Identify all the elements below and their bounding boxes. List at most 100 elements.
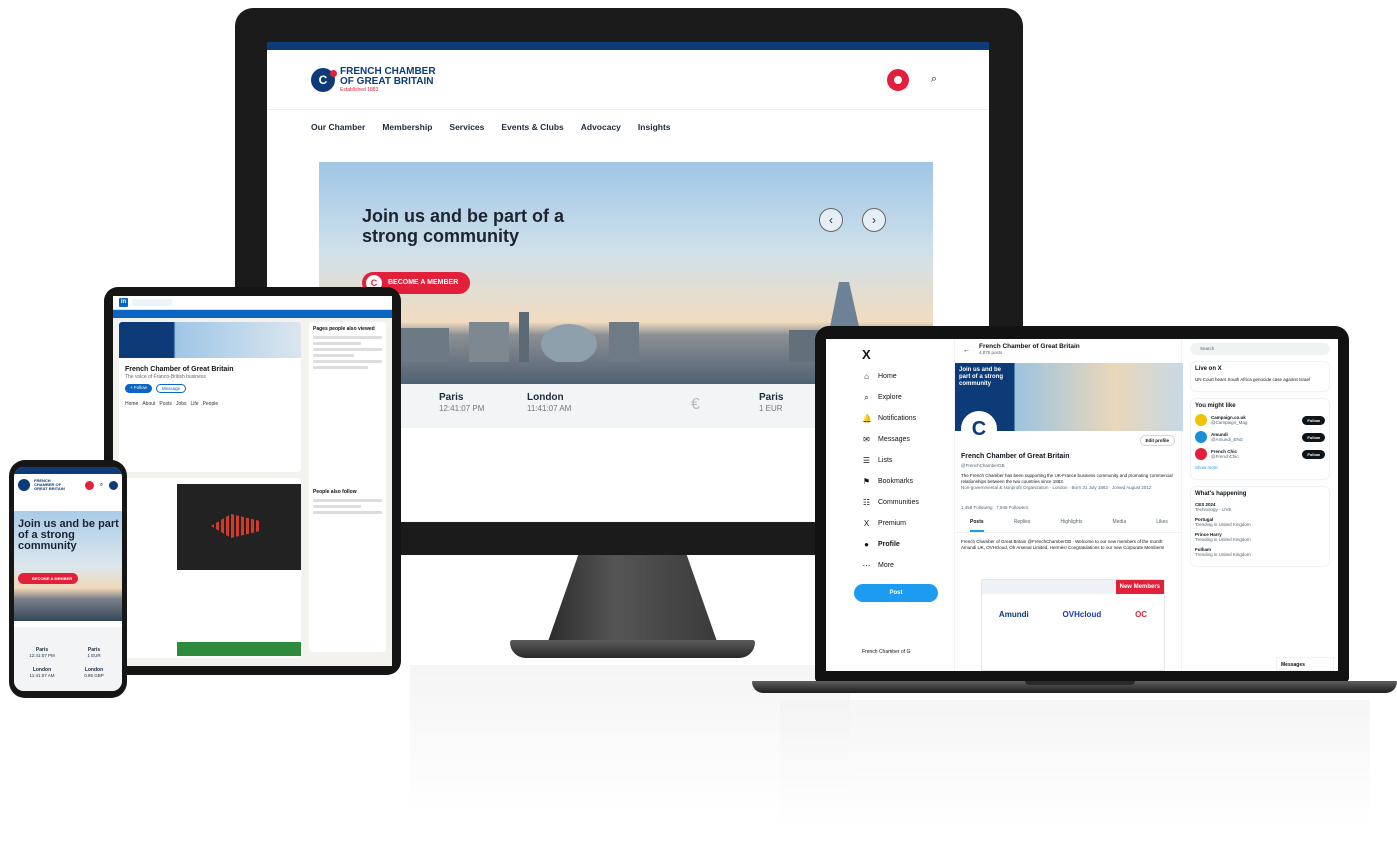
phone-currency-paris: Paris 1 EUR — [87, 647, 101, 658]
x-right-sidebar: Search Live on X UN Court hears South Af… — [1186, 339, 1334, 671]
profile-icon: ● — [864, 540, 869, 549]
nav-services[interactable]: Services — [449, 122, 484, 132]
suggestion-row[interactable]: Campaign.co.uk @Campaign_Mag Follow — [1195, 414, 1325, 426]
nav-our-chamber[interactable]: Our Chamber — [311, 122, 365, 132]
tab-posts[interactable]: Posts — [159, 401, 172, 407]
tab-highlights[interactable]: Highlights — [1061, 519, 1083, 532]
suggestion-row[interactable]: French Chic @FrenchChic Follow — [1195, 448, 1325, 460]
tweet-media-card[interactable]: New Members Amundi OVHcloud OC — [981, 579, 1165, 671]
nav-events-clubs[interactable]: Events & Clubs — [501, 122, 563, 132]
nav-membership[interactable]: Membership — [382, 122, 432, 132]
linkedin-sidebar: Pages people also viewed People also fol… — [309, 322, 386, 652]
post-button[interactable]: Post — [854, 584, 938, 602]
nav-insights[interactable]: Insights — [638, 122, 671, 132]
site-header: C FRENCH CHAMBER OF GREAT BRITAIN Establ… — [267, 50, 989, 110]
follow-button[interactable]: Follow — [1302, 432, 1325, 442]
premium-icon: X — [863, 519, 870, 528]
avatar — [1195, 431, 1207, 443]
logo-sub: Established 1883 — [340, 86, 379, 93]
message-button[interactable]: Message — [155, 384, 187, 393]
tab-media[interactable]: Media — [1113, 519, 1127, 532]
user-account-icon[interactable] — [887, 68, 909, 91]
following-count[interactable]: 1,458 Following — [961, 505, 993, 510]
profile-handle: @FrenchChamberGB — [961, 463, 1005, 468]
profile-name: French Chamber of Great Britain — [961, 453, 1070, 460]
tab-home[interactable]: Home — [125, 401, 138, 407]
phone-become-member-button[interactable]: BECOME A MEMBER — [18, 573, 79, 584]
nav-lists[interactable]: ☰ Lists — [862, 450, 954, 471]
live-item[interactable]: UN Court hears South Africa genocide cas… — [1195, 377, 1325, 382]
messages-drawer[interactable]: Messages — [1276, 657, 1334, 671]
brand-oc: OC — [1135, 609, 1148, 619]
tab-life[interactable]: Life — [191, 401, 199, 407]
phone-hero-title: Join us and be part of a strong communit… — [18, 518, 119, 552]
nav-profile[interactable]: ● Profile — [862, 534, 954, 555]
trend-item[interactable]: Prince Harry Trending in United Kingdom — [1195, 532, 1325, 542]
site-logo[interactable]: C FRENCH CHAMBER OF GREAT BRITAIN Establ… — [311, 66, 436, 93]
pinned-tweet[interactable]: French Chamber of Great Britain @FrenchC… — [961, 539, 1177, 551]
profile-stats: 1,458 Following 7,948 Followers — [961, 505, 1028, 510]
tab-likes[interactable]: Likes — [1156, 519, 1168, 532]
device-mockup-stage: C FRENCH CHAMBER OF GREAT BRITAIN Establ… — [0, 0, 1397, 863]
linkedin-logo-icon[interactable]: in — [119, 298, 128, 307]
follow-button[interactable]: Follow — [1302, 449, 1325, 459]
carousel-next-icon[interactable]: › — [862, 208, 886, 232]
search-icon[interactable]: ⌕ — [923, 69, 945, 91]
edit-profile-button[interactable]: Edit profile — [1139, 435, 1175, 446]
nav-bookmarks[interactable]: ⚑ Bookmarks — [862, 471, 954, 492]
trend-item[interactable]: CES 2024 Technology · LIVE — [1195, 502, 1325, 512]
sidebar-heading-2: People also follow — [313, 489, 357, 495]
phone-clock-london: London 11:41:07 AM — [29, 667, 55, 678]
suggestion-row[interactable]: Amundi @Amundi_ENG Follow — [1195, 431, 1325, 443]
show-more-link[interactable]: Show more — [1195, 465, 1325, 470]
follow-button[interactable]: + Follow — [125, 384, 152, 393]
trend-item[interactable]: Fulham Trending in United Kingdom — [1195, 547, 1325, 557]
x-logo-icon[interactable]: X — [862, 347, 954, 362]
menu-icon[interactable] — [109, 480, 118, 490]
tab-people[interactable]: People — [203, 401, 219, 407]
nav-advocacy[interactable]: Advocacy — [581, 122, 621, 132]
linkedin-search-input[interactable] — [132, 299, 172, 306]
laptop-device: X ⌂ Home ⌕ Explore 🔔 Notifications ✉ Message… — [815, 326, 1349, 682]
profile-header: French Chamber of Great Britain 4,875 po… — [979, 343, 1080, 355]
x-profile-column: ← French Chamber of Great Britain 4,875 … — [954, 339, 1183, 671]
back-arrow-icon[interactable]: ← — [963, 347, 970, 354]
nav-explore[interactable]: ⌕ Explore — [862, 387, 954, 408]
tab-about[interactable]: About — [142, 401, 155, 407]
clock-london: London 11:41:07 AM — [527, 392, 572, 413]
explore-icon: ⌕ — [864, 392, 869, 402]
phone-status-bar — [14, 467, 122, 474]
laptop-reflection — [780, 700, 1370, 830]
cci-logo-icon[interactable] — [18, 479, 30, 491]
tab-replies[interactable]: Replies — [1014, 519, 1031, 532]
avatar — [1195, 448, 1207, 460]
nav-more[interactable]: ⋯ More — [862, 555, 954, 576]
who-to-follow-panel: You might like Campaign.co.uk @Campaign_M… — [1190, 398, 1330, 480]
bookmark-icon: ⚑ — [862, 477, 871, 486]
tab-posts[interactable]: Posts — [970, 519, 984, 532]
nav-communities[interactable]: ☷ Communities — [862, 492, 954, 513]
user-account-icon[interactable] — [85, 480, 94, 490]
nav-home[interactable]: ⌂ Home — [862, 366, 954, 387]
nav-notifications[interactable]: 🔔 Notifications — [862, 408, 954, 429]
phone-currency-london: London 0.85 GBP — [84, 667, 104, 678]
phone-hero: Join us and be part of a strong communit… — [14, 511, 122, 621]
follow-button[interactable]: Follow — [1302, 415, 1325, 425]
post-image-2[interactable] — [177, 642, 301, 656]
account-switcher[interactable]: French Chamber of G — [862, 649, 910, 655]
post-image[interactable] — [177, 484, 301, 570]
nav-messages[interactable]: ✉ Messages — [862, 429, 954, 450]
nav-premium[interactable]: X Premium — [862, 513, 954, 534]
trend-item[interactable]: Portugal Trending in United Kingdom — [1195, 517, 1325, 527]
search-icon[interactable]: ⌕ — [97, 481, 106, 490]
followers-count[interactable]: 7,948 Followers — [996, 505, 1028, 510]
phone-brand: FRENCH CHAMBER OF GREAT BRITAIN — [34, 478, 65, 491]
tab-jobs[interactable]: Jobs — [176, 401, 187, 407]
linkedin-feed — [119, 478, 301, 658]
profile-avatar[interactable]: C — [961, 411, 997, 447]
phone-device: FRENCH CHAMBER OF GREAT BRITAIN ⌕ Join u… — [9, 460, 127, 698]
clock-paris: Paris 12:41:07 PM — [439, 392, 485, 413]
linkedin-topbar: in — [113, 296, 392, 310]
x-search-input[interactable]: Search — [1190, 343, 1330, 355]
carousel-prev-icon[interactable]: ‹ — [819, 208, 843, 232]
